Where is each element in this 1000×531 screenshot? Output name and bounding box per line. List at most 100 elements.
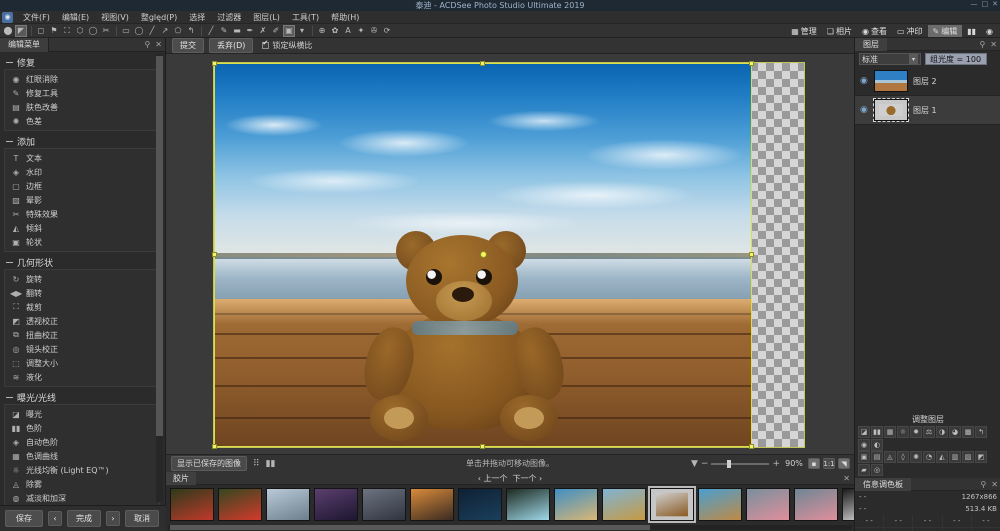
maximize-button[interactable]: □ [982,0,989,8]
edit-tool-item[interactable]: ▢ 边框 [5,179,159,193]
menu-item-file[interactable]: 文件(F) [17,12,56,23]
edit-tool-item[interactable]: T 文本 [5,151,159,165]
layer-visibility-eye-icon[interactable]: ◉ [860,105,869,115]
blend-mode-select[interactable]: 标准 ▾ [859,53,921,65]
adjustment-icon-icons_row2-5[interactable]: ◔ [923,451,935,463]
adjustment-icon-icons_row1-4[interactable]: ✹ [910,426,922,438]
gradient-icon[interactable]: ▬ [231,25,243,37]
adjustment-icon-icons_row2-11[interactable]: ◎ [871,464,883,476]
edit-tool-item[interactable]: ☼ 光线均衡 (Light EQ™) [5,463,159,477]
menu-item-edit[interactable]: 编辑(E) [56,12,95,23]
histogram-toggle-icon[interactable]: ▮▮ [266,459,276,469]
lock-aspect-checkbox[interactable]: 锁定纵横比 [262,39,312,51]
menu-item-view[interactable]: 视图(V) [95,12,135,23]
group-header[interactable]: 几何形状 [4,255,160,269]
menu-item-help[interactable]: 帮助(H) [325,12,365,23]
line-icon[interactable]: ╱ [146,25,158,37]
pin-icon[interactable]: ⚲ [979,40,985,49]
text-tool-icon[interactable]: A [342,25,354,37]
collapse-icon[interactable] [6,396,13,398]
pin-icon[interactable]: ⚲ [144,40,150,49]
filmstrip-thumbnail-cliff-coast[interactable] [362,488,406,521]
save-button[interactable]: 保存 [5,510,43,527]
selection-tool-icon[interactable]: ◤ [15,24,27,37]
mode-tab-photos[interactable]: ❏ 相片 [822,25,857,37]
filmstrip-thumbnail-red-poppies-2[interactable] [218,488,262,521]
actual-size-button[interactable]: 1:1 [823,458,835,469]
close-icon[interactable]: ✕ [155,40,162,49]
grid-view-icon[interactable]: ⠿ [253,459,260,469]
filmstrip-tab[interactable]: 胶片 [166,471,196,485]
scrollbar-thumb[interactable] [156,56,163,436]
left-panel-tab[interactable]: 编辑菜单 [0,37,49,52]
filmstrip-thumbnail-teddy-beach[interactable] [698,488,742,521]
collapse-icon[interactable] [6,261,13,263]
adjustment-icon-icons_row1-6[interactable]: ◑ [936,426,948,438]
eraser-icon[interactable]: ✎ [218,25,230,37]
refresh-icon[interactable]: ⟳ [381,25,393,37]
done-button[interactable]: 完成 [67,510,101,527]
edit-tool-item[interactable]: ◩ 透视校正 [5,314,159,328]
adjustment-icon-icons_row1-0[interactable]: ◪ [858,426,870,438]
adjustment-icon-icons_row1-10[interactable]: ◉ [858,439,870,451]
filmstrip-thumbnail-purple-field[interactable] [314,488,358,521]
star-icon[interactable]: ✦ [355,25,367,37]
close-icon[interactable]: ✕ [991,480,998,489]
brush-icon[interactable]: ⬤ [2,25,14,37]
edit-tool-item[interactable]: ◈ 水印 [5,165,159,179]
chevron-down-icon[interactable]: ▾ [909,54,918,64]
edit-tool-item[interactable]: ⬚ 调整大小 [5,356,159,370]
opacity-field[interactable]: 组光度 = 100 [925,53,987,65]
arrow-icon[interactable]: ↗ [159,25,171,37]
mode-tab-histogram[interactable]: ▮▮ [962,25,981,37]
photo-image[interactable] [214,63,752,447]
edit-tool-item[interactable]: ▤ 肤色改善 [5,100,159,114]
edit-tool-item[interactable]: ▣ 轮状 [5,235,159,249]
close-icon[interactable]: ✕ [990,40,997,49]
adjustment-icon-icons_row1-3[interactable]: ☼ [897,426,909,438]
fit-to-window-button[interactable]: ▪ [808,458,820,469]
rectangle-icon[interactable]: ▭ [120,25,132,37]
adjustment-icon-icons_row2-9[interactable]: ◩ [975,451,987,463]
menu-item-filter[interactable]: 过滤器 [211,12,247,23]
smudge-icon[interactable]: ✗ [257,25,269,37]
adjustment-icon-icons_row1-5[interactable]: ⚖ [923,426,935,438]
edit-tool-item[interactable]: ▮▮ 色阶 [5,421,159,435]
layer-row[interactable]: ◉ 图层 2 [855,67,1000,96]
hexagon-icon[interactable]: ⬡ [74,25,86,37]
filmstrip-thumbnail-beach-sky[interactable] [554,488,598,521]
minimize-button[interactable]: — [971,0,978,8]
lasso-icon[interactable]: ◯ [87,25,99,37]
adjustment-icon-icons_row1-1[interactable]: ▮▮ [871,426,883,438]
filmstrip-thumbnail-red-poppies-1[interactable] [170,488,214,521]
crop-icon[interactable]: ⛶ [61,25,73,37]
filmstrip-thumbnail-night-window[interactable] [458,488,502,521]
edit-tool-item[interactable]: ✂ 特殊效果 [5,207,159,221]
layers-panel-tab[interactable]: 图层 [855,37,887,51]
group-header[interactable]: 曝光/光线 [4,390,160,404]
pin-icon[interactable]: ⚲ [980,480,986,489]
filmstrip-thumbnail-flamingos-1[interactable] [746,488,790,521]
cancel-button[interactable]: 取消 [125,510,159,527]
filmstrip-next-button[interactable]: 下一个 › [513,473,543,484]
gear-icon[interactable]: ✿ [329,25,341,37]
magic-wand-icon[interactable]: ✂ [100,25,112,37]
edit-tool-item[interactable]: ◎ 镜头校正 [5,342,159,356]
mode-tab-view[interactable]: ◉ 查看 [857,25,892,37]
menu-item-arrange[interactable]: 整ględ(P) [135,12,183,23]
filmstrip-thumbnail-sunset-hill[interactable] [410,488,454,521]
adjustment-icon-icons_row2-10[interactable]: ▰ [858,464,870,476]
layer-visibility-eye-icon[interactable]: ◉ [860,76,869,86]
show-saved-image-button[interactable]: 显示已保存的图像 [171,456,247,471]
group-header[interactable]: 修复 [4,55,160,69]
chevron-down-icon[interactable]: ▼ [691,459,698,469]
adjustment-icon-icons_row1-2[interactable]: ▦ [884,426,896,438]
discard-button[interactable]: 丢弃(D) [209,38,254,53]
filmstrip-thumbnail-flamingos-2[interactable] [794,488,838,521]
polygon-select-icon[interactable]: ◻ [35,25,47,37]
info-palette-tab[interactable]: 信息调色板 [855,477,911,491]
leaf-icon[interactable]: ✇ [368,25,380,37]
zoom-icon[interactable]: ⊕ [316,25,328,37]
adjustment-icon-icons_row1-8[interactable]: ▩ [962,426,974,438]
prev-button[interactable]: ‹ [48,511,62,526]
